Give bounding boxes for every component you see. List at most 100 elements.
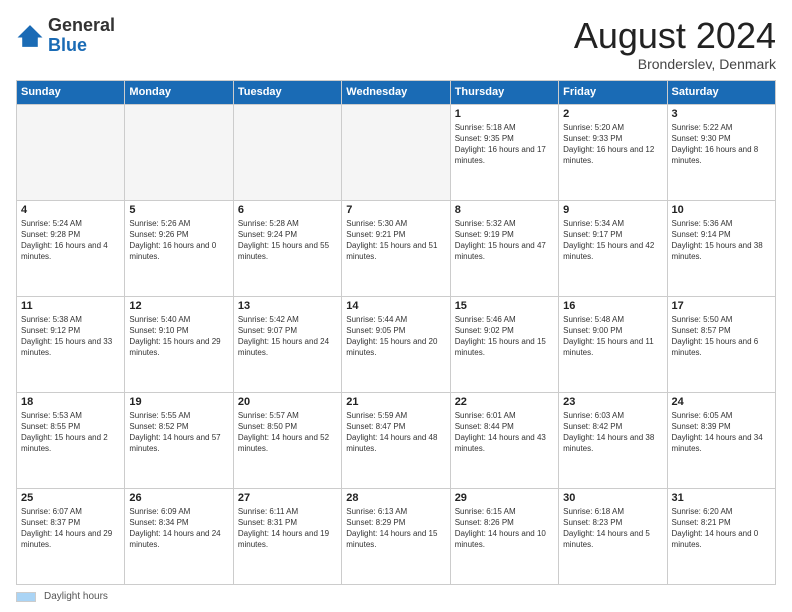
- day-info: Sunrise: 5:40 AMSunset: 9:10 PMDaylight:…: [129, 314, 228, 359]
- day-info: Sunrise: 5:55 AMSunset: 8:52 PMDaylight:…: [129, 410, 228, 455]
- calendar-cell: 8 Sunrise: 5:32 AMSunset: 9:19 PMDaylight…: [450, 200, 558, 296]
- col-sunday: Sunday: [17, 80, 125, 104]
- col-tuesday: Tuesday: [233, 80, 341, 104]
- title-month: August 2024: [574, 16, 776, 56]
- col-wednesday: Wednesday: [342, 80, 450, 104]
- col-thursday: Thursday: [450, 80, 558, 104]
- day-number: 29: [455, 492, 554, 504]
- calendar-cell: 22Sunrise: 6:01 AMSunset: 8:44 PMDayligh…: [450, 392, 558, 488]
- calendar-cell: 20 Sunrise: 5:57 AMSunset: 8:50 PMDayligh…: [233, 392, 341, 488]
- day-number: 3: [672, 108, 771, 120]
- col-monday: Monday: [125, 80, 233, 104]
- day-number: 24: [672, 396, 771, 408]
- day-info: Sunrise: 5:46 AMSunset: 9:02 PMDaylight:…: [455, 314, 554, 359]
- day-number: 12: [129, 300, 228, 312]
- calendar-cell: 28 Sunrise: 6:13 AMSunset: 8:29 PMDayligh…: [342, 488, 450, 584]
- calendar-cell: 19 Sunrise: 5:55 AMSunset: 8:52 PMDayligh…: [125, 392, 233, 488]
- day-number: 20: [238, 396, 337, 408]
- calendar-cell: 2 Sunrise: 5:20 AMSunset: 9:33 PMDaylight…: [559, 104, 667, 200]
- calendar-week-4: 25Sunrise: 6:07 AMSunset: 8:37 PMDayligh…: [17, 488, 776, 584]
- day-info: Sunrise: 5:18 AMSunset: 9:35 PMDaylight:…: [455, 122, 554, 167]
- calendar-cell: 11Sunrise: 5:38 AMSunset: 9:12 PMDayligh…: [17, 296, 125, 392]
- day-number: 15: [455, 300, 554, 312]
- calendar-cell: 14 Sunrise: 5:44 AMSunset: 9:05 PMDayligh…: [342, 296, 450, 392]
- day-number: 31: [672, 492, 771, 504]
- day-info: Sunrise: 6:07 AMSunset: 8:37 PMDaylight:…: [21, 506, 120, 551]
- day-info: Sunrise: 5:20 AMSunset: 9:33 PMDaylight:…: [563, 122, 662, 167]
- calendar-cell: 13Sunrise: 5:42 AMSunset: 9:07 PMDayligh…: [233, 296, 341, 392]
- day-number: 26: [129, 492, 228, 504]
- day-number: 28: [346, 492, 445, 504]
- calendar-week-2: 11Sunrise: 5:38 AMSunset: 9:12 PMDayligh…: [17, 296, 776, 392]
- calendar-cell: 9Sunrise: 5:34 AMSunset: 9:17 PMDaylight…: [559, 200, 667, 296]
- calendar-cell: 16 Sunrise: 5:48 AMSunset: 9:00 PMDayligh…: [559, 296, 667, 392]
- day-number: 4: [21, 204, 120, 216]
- day-number: 13: [238, 300, 337, 312]
- logo-blue: Blue: [48, 35, 87, 55]
- calendar-cell: 27 Sunrise: 6:11 AMSunset: 8:31 PMDayligh…: [233, 488, 341, 584]
- day-number: 27: [238, 492, 337, 504]
- daylight-swatch: [16, 592, 36, 602]
- calendar-cell: 3Sunrise: 5:22 AMSunset: 9:30 PMDaylight…: [667, 104, 775, 200]
- day-number: 22: [455, 396, 554, 408]
- calendar-cell: 4 Sunrise: 5:24 AMSunset: 9:28 PMDaylight…: [17, 200, 125, 296]
- day-number: 16: [563, 300, 662, 312]
- calendar-cell: 29 Sunrise: 6:15 AMSunset: 8:26 PMDayligh…: [450, 488, 558, 584]
- calendar-cell: 30 Sunrise: 6:18 AMSunset: 8:23 PMDayligh…: [559, 488, 667, 584]
- calendar-cell: 15 Sunrise: 5:46 AMSunset: 9:02 PMDayligh…: [450, 296, 558, 392]
- day-info: Sunrise: 5:50 AMSunset: 8:57 PMDaylight:…: [672, 314, 771, 359]
- day-info: Sunrise: 6:15 AMSunset: 8:26 PMDaylight:…: [455, 506, 554, 551]
- day-info: Sunrise: 5:32 AMSunset: 9:19 PMDaylight:…: [455, 218, 554, 263]
- day-info: Sunrise: 6:05 AMSunset: 8:39 PMDaylight:…: [672, 410, 771, 455]
- daylight-label: Daylight hours: [44, 591, 108, 602]
- title-location: Bronderslev, Denmark: [574, 56, 776, 72]
- calendar-cell: 21 Sunrise: 5:59 AMSunset: 8:47 PMDayligh…: [342, 392, 450, 488]
- day-info: Sunrise: 5:24 AMSunset: 9:28 PMDaylight:…: [21, 218, 120, 263]
- day-number: 5: [129, 204, 228, 216]
- day-info: Sunrise: 6:13 AMSunset: 8:29 PMDaylight:…: [346, 506, 445, 551]
- calendar-header-row: Sunday Monday Tuesday Wednesday Thursday…: [17, 80, 776, 104]
- logo-text: General Blue: [48, 16, 115, 56]
- calendar-cell: [233, 104, 341, 200]
- day-number: 14: [346, 300, 445, 312]
- day-number: 9: [563, 204, 662, 216]
- day-number: 8: [455, 204, 554, 216]
- day-info: Sunrise: 5:57 AMSunset: 8:50 PMDaylight:…: [238, 410, 337, 455]
- calendar-cell: 23Sunrise: 6:03 AMSunset: 8:42 PMDayligh…: [559, 392, 667, 488]
- day-number: 23: [563, 396, 662, 408]
- day-number: 10: [672, 204, 771, 216]
- logo-general: General: [48, 15, 115, 35]
- day-info: Sunrise: 5:48 AMSunset: 9:00 PMDaylight:…: [563, 314, 662, 359]
- calendar-cell: 7Sunrise: 5:30 AMSunset: 9:21 PMDaylight…: [342, 200, 450, 296]
- calendar-cell: [342, 104, 450, 200]
- day-number: 6: [238, 204, 337, 216]
- day-number: 17: [672, 300, 771, 312]
- day-info: Sunrise: 5:28 AMSunset: 9:24 PMDaylight:…: [238, 218, 337, 263]
- day-info: Sunrise: 5:44 AMSunset: 9:05 PMDaylight:…: [346, 314, 445, 359]
- day-info: Sunrise: 6:18 AMSunset: 8:23 PMDaylight:…: [563, 506, 662, 551]
- logo-icon: [16, 22, 44, 50]
- day-number: 2: [563, 108, 662, 120]
- day-number: 7: [346, 204, 445, 216]
- calendar-cell: 18Sunrise: 5:53 AMSunset: 8:55 PMDayligh…: [17, 392, 125, 488]
- day-number: 21: [346, 396, 445, 408]
- col-saturday: Saturday: [667, 80, 775, 104]
- header: General Blue August 2024 Bronderslev, De…: [16, 16, 776, 72]
- calendar-week-1: 4 Sunrise: 5:24 AMSunset: 9:28 PMDaylight…: [17, 200, 776, 296]
- calendar-week-3: 18Sunrise: 5:53 AMSunset: 8:55 PMDayligh…: [17, 392, 776, 488]
- calendar-cell: 10Sunrise: 5:36 AMSunset: 9:14 PMDayligh…: [667, 200, 775, 296]
- day-number: 19: [129, 396, 228, 408]
- logo: General Blue: [16, 16, 115, 56]
- calendar-cell: 17 Sunrise: 5:50 AMSunset: 8:57 PMDayligh…: [667, 296, 775, 392]
- calendar-cell: 25Sunrise: 6:07 AMSunset: 8:37 PMDayligh…: [17, 488, 125, 584]
- day-number: 30: [563, 492, 662, 504]
- day-info: Sunrise: 5:59 AMSunset: 8:47 PMDaylight:…: [346, 410, 445, 455]
- day-info: Sunrise: 6:11 AMSunset: 8:31 PMDaylight:…: [238, 506, 337, 551]
- calendar-table: Sunday Monday Tuesday Wednesday Thursday…: [16, 80, 776, 585]
- calendar-cell: 6 Sunrise: 5:28 AMSunset: 9:24 PMDaylight…: [233, 200, 341, 296]
- calendar-cell: 12 Sunrise: 5:40 AMSunset: 9:10 PMDayligh…: [125, 296, 233, 392]
- col-friday: Friday: [559, 80, 667, 104]
- day-number: 11: [21, 300, 120, 312]
- calendar-cell: 1Sunrise: 5:18 AMSunset: 9:35 PMDaylight…: [450, 104, 558, 200]
- day-info: Sunrise: 5:53 AMSunset: 8:55 PMDaylight:…: [21, 410, 120, 455]
